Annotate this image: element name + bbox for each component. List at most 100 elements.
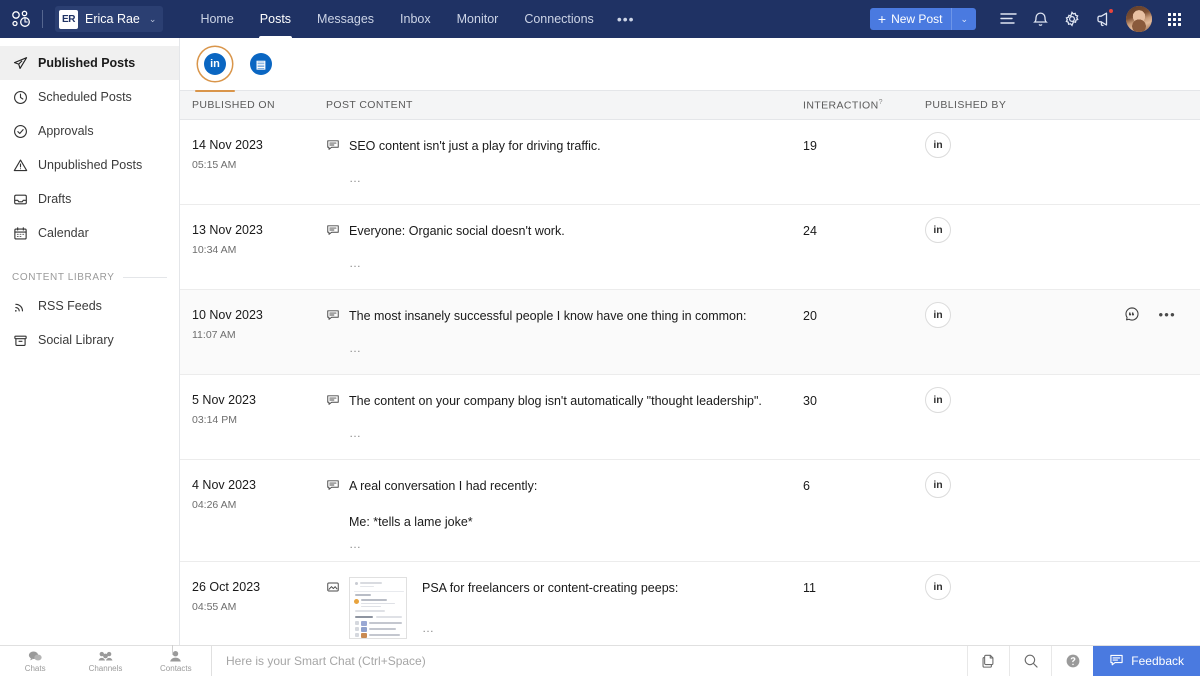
avatar-image	[1126, 6, 1152, 32]
top-nav-actions: + New Post ⌄	[870, 0, 1200, 38]
row-more-menu-icon[interactable]: •••	[1158, 308, 1176, 321]
column-header-interaction[interactable]: INTERACTION?	[803, 99, 925, 112]
publisher-avatar[interactable]: in	[925, 302, 951, 328]
plus-icon: +	[878, 12, 886, 26]
apps-launcher-button[interactable]	[1158, 0, 1190, 38]
table-row[interactable]: 10 Nov 2023 11:07 AM	[180, 290, 1200, 375]
post-text: PSA for freelancers or content-creating …	[422, 579, 678, 597]
sidebar-item-published-posts[interactable]: Published Posts	[0, 46, 179, 80]
post-expand-ellipsis[interactable]: …	[349, 341, 746, 355]
org-switcher[interactable]: ER Erica Rae ⌄	[55, 6, 163, 32]
table-row[interactable]: 26 Oct 2023 04:55 AM	[180, 562, 1200, 645]
linkedin-profile-icon: in	[204, 53, 226, 75]
publisher-avatar[interactable]: in	[925, 472, 951, 498]
row-content-cell: Everyone: Organic social doesn't work. …	[314, 205, 803, 289]
comment-quote-icon[interactable]	[1124, 306, 1140, 322]
linkedin-page-tab[interactable]: ▤	[244, 47, 278, 81]
help-superscript-icon[interactable]: ?	[879, 99, 883, 106]
channel-tab-bar: in ▤	[180, 38, 1200, 90]
user-avatar[interactable]	[1126, 6, 1152, 32]
column-header-published-on[interactable]: PUBLISHED ON	[180, 99, 314, 111]
bottom-tab-label: Channels	[89, 664, 123, 673]
row-time: 04:26 AM	[192, 499, 314, 511]
post-line: SEO content isn't just a play for drivin…	[326, 137, 793, 185]
table-row[interactable]: 14 Nov 2023 05:15 AM	[180, 120, 1200, 205]
nav-overflow-icon[interactable]: •••	[607, 0, 645, 38]
table-row[interactable]: 4 Nov 2023 04:26 AM	[180, 460, 1200, 562]
column-header-published-by[interactable]: PUBLISHED BY	[925, 99, 1200, 111]
smart-chat-placeholder: Here is your Smart Chat (Ctrl+Space)	[226, 654, 426, 668]
feedback-button[interactable]: Feedback	[1093, 646, 1200, 676]
sidebar-item-scheduled-posts[interactable]: Scheduled Posts	[0, 80, 179, 114]
sidebar-label: RSS Feeds	[38, 299, 102, 313]
post-expand-ellipsis[interactable]: …	[349, 426, 762, 440]
sidebar-item-drafts[interactable]: Drafts	[0, 182, 179, 216]
settings-button[interactable]	[1056, 0, 1088, 38]
sidebar-item-rss-feeds[interactable]: RSS Feeds	[0, 289, 179, 323]
nav-item-posts[interactable]: Posts	[247, 0, 304, 38]
row-published-by-cell: in	[925, 562, 1200, 645]
row-date-cell: 5 Nov 2023 03:14 PM	[180, 375, 314, 459]
search-icon	[1023, 653, 1039, 669]
text-post-icon	[326, 223, 340, 237]
bottom-bar-tabs: Chats Channels	[0, 646, 212, 676]
row-content-cell: PSA for freelancers or content-creating …	[314, 562, 803, 645]
post-expand-ellipsis[interactable]: …	[349, 537, 537, 551]
activity-list-button[interactable]	[992, 0, 1024, 38]
publisher-avatar[interactable]: in	[925, 574, 951, 600]
feedback-label: Feedback	[1131, 654, 1184, 668]
column-header-post-content[interactable]: POST CONTENT	[314, 99, 803, 111]
sidebar-label: Social Library	[38, 333, 114, 347]
sidebar-item-unpublished-posts[interactable]: Unpublished Posts	[0, 148, 179, 182]
post-expand-ellipsis[interactable]: …	[349, 256, 565, 270]
publisher-avatar[interactable]: in	[925, 217, 951, 243]
row-time: 04:55 AM	[192, 601, 314, 613]
new-post-main[interactable]: + New Post	[870, 8, 952, 30]
linkedin-profile-tab[interactable]: in	[198, 47, 232, 81]
nav-item-home[interactable]: Home	[187, 0, 246, 38]
copy-stack-icon	[981, 653, 997, 669]
app-root: ER Erica Rae ⌄ Home Posts Messages Inbox…	[0, 0, 1200, 676]
row-interaction-cell: 30	[803, 375, 925, 459]
bottom-bar-notch	[172, 645, 173, 655]
post-text-col: The content on your company blog isn't a…	[349, 392, 762, 440]
row-date: 14 Nov 2023	[192, 138, 314, 152]
row-date: 26 Oct 2023	[192, 580, 314, 594]
sidebar-item-calendar[interactable]: Calendar	[0, 216, 179, 250]
app-logo[interactable]	[0, 9, 42, 29]
org-badge: ER	[59, 10, 78, 29]
bottom-tab-contacts[interactable]: Contacts	[141, 646, 211, 676]
announcements-button[interactable]	[1088, 0, 1120, 38]
send-icon	[12, 55, 28, 71]
new-post-dropdown-toggle[interactable]: ⌄	[952, 8, 976, 30]
post-text-col: PSA for freelancers or content-creating …	[422, 579, 678, 635]
clipboard-stack-button[interactable]	[967, 646, 1009, 676]
nav-item-connections[interactable]: Connections	[511, 0, 607, 38]
search-button[interactable]	[1009, 646, 1051, 676]
notifications-button[interactable]	[1024, 0, 1056, 38]
posts-table-body: 14 Nov 2023 05:15 AM	[180, 120, 1200, 645]
smart-chat-input[interactable]: Here is your Smart Chat (Ctrl+Space)	[212, 646, 967, 676]
new-post-button[interactable]: + New Post ⌄	[870, 8, 976, 30]
help-button[interactable]	[1051, 646, 1093, 676]
bottom-tab-channels[interactable]: Channels	[70, 646, 140, 676]
interaction-count: 11	[803, 581, 816, 595]
sidebar-item-social-library[interactable]: Social Library	[0, 323, 179, 357]
publisher-avatar[interactable]: in	[925, 132, 951, 158]
sidebar-item-approvals[interactable]: Approvals	[0, 114, 179, 148]
sidebar: Published Posts Scheduled Posts Approval…	[0, 38, 180, 645]
sidebar-label: Unpublished Posts	[38, 158, 142, 172]
table-row[interactable]: 5 Nov 2023 03:14 PM	[180, 375, 1200, 460]
post-image-thumbnail[interactable]	[349, 577, 407, 639]
table-row[interactable]: 13 Nov 2023 10:34 AM	[180, 205, 1200, 290]
publisher-avatar[interactable]: in	[925, 387, 951, 413]
row-time: 03:14 PM	[192, 414, 314, 426]
nav-item-monitor[interactable]: Monitor	[444, 0, 512, 38]
post-expand-ellipsis[interactable]: …	[349, 171, 601, 185]
nav-item-inbox[interactable]: Inbox	[387, 0, 444, 38]
bottom-tab-chats[interactable]: Chats	[0, 646, 70, 676]
row-published-by-cell: in •••	[925, 290, 1200, 374]
post-expand-ellipsis[interactable]: …	[422, 621, 678, 635]
nav-item-messages[interactable]: Messages	[304, 0, 387, 38]
top-navigation-bar: ER Erica Rae ⌄ Home Posts Messages Inbox…	[0, 0, 1200, 38]
